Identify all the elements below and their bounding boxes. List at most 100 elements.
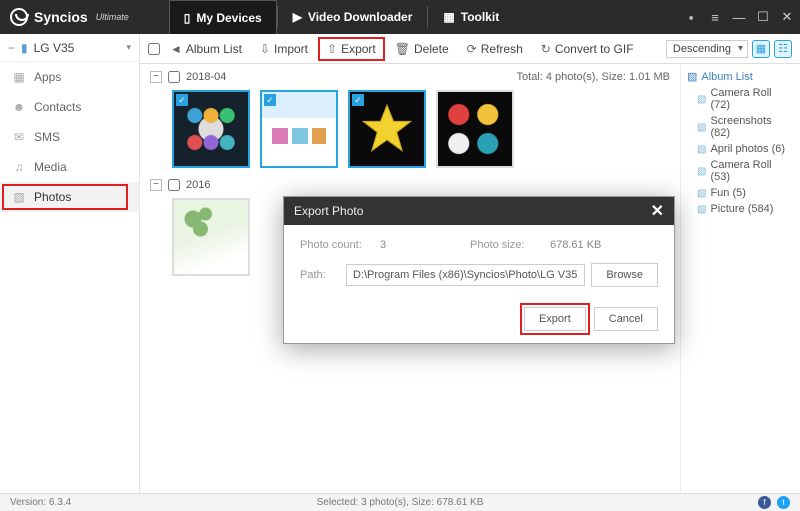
picture-icon: ▧ bbox=[697, 166, 706, 177]
path-input[interactable] bbox=[346, 264, 585, 286]
picture-icon: ▧ bbox=[697, 144, 706, 155]
export-button[interactable]: ⇧ Export bbox=[318, 37, 385, 61]
sidebar: − ▮ LG V35 ▾ ▦ Apps ☻ Contacts ✉ SMS ♫ M… bbox=[0, 34, 140, 493]
twitter-icon[interactable]: t bbox=[777, 496, 790, 509]
notification-icon[interactable]: ▪ bbox=[684, 10, 698, 25]
sort-dropdown[interactable]: Descending bbox=[666, 40, 748, 58]
convert-icon: ↻ bbox=[541, 42, 551, 56]
group-checkbox[interactable] bbox=[168, 179, 180, 191]
syncios-logo-icon bbox=[10, 8, 28, 26]
close-icon[interactable]: ✕ bbox=[651, 201, 664, 221]
import-button[interactable]: ⇩ Import bbox=[252, 38, 316, 60]
album-item[interactable]: ▧April photos (6) bbox=[687, 141, 794, 157]
album-item[interactable]: ▧ Picture (584) bbox=[687, 201, 794, 217]
check-icon: ✓ bbox=[264, 94, 276, 106]
tab-label: Toolkit bbox=[461, 10, 499, 24]
album-item[interactable]: ▧ Camera Roll (53) bbox=[687, 157, 794, 185]
close-button[interactable]: ✕ bbox=[780, 9, 794, 25]
convert-gif-button[interactable]: ↻ Convert to GIF bbox=[533, 38, 642, 60]
picture-icon: ▧ bbox=[687, 70, 697, 83]
tab-label: Video Downloader bbox=[308, 10, 412, 24]
delete-button[interactable]: 🗑 Delete bbox=[387, 38, 457, 60]
dialog-title: Export Photo bbox=[294, 204, 363, 218]
device-selector[interactable]: − ▮ LG V35 ▾ bbox=[0, 34, 139, 62]
photo-thumbnail[interactable] bbox=[436, 90, 514, 168]
sidebar-item-label: Contacts bbox=[34, 100, 81, 114]
version-text: Version: 6.3.4 bbox=[10, 497, 71, 508]
cancel-button[interactable]: Cancel bbox=[594, 307, 658, 331]
app-name: Syncios bbox=[34, 9, 88, 25]
sidebar-item-photos[interactable]: ▧ Photos bbox=[0, 182, 139, 212]
tab-video-downloader[interactable]: ▶ Video Downloader bbox=[278, 0, 428, 34]
sort-value: Descending bbox=[673, 43, 731, 55]
toolbar: ◄ Album List ⇩ Import ⇧ Export 🗑 Delete … bbox=[140, 34, 800, 64]
count-value: 3 bbox=[380, 239, 470, 251]
view-grid-button[interactable]: ▦ bbox=[752, 40, 770, 58]
select-all-checkbox[interactable] bbox=[148, 43, 160, 55]
status-bar: Version: 6.3.4 Selected: 3 photo(s), Siz… bbox=[0, 493, 800, 511]
sidebar-item-media[interactable]: ♫ Media bbox=[0, 152, 139, 182]
dialog-titlebar[interactable]: Export Photo ✕ bbox=[284, 197, 674, 225]
grid-icon: ▦ bbox=[443, 10, 454, 24]
album-list-button[interactable]: ◄ Album List bbox=[162, 38, 250, 60]
album-panel: ▧ Album List ▧Camera Roll (72) ▧ Screensh… bbox=[680, 64, 800, 493]
group-header[interactable]: − 2016 bbox=[150, 176, 670, 194]
phone-icon: ▮ bbox=[21, 41, 28, 55]
group-header[interactable]: − 2018-04 Total: 4 photo(s), Size: 1.01 … bbox=[150, 68, 670, 86]
collapse-icon[interactable]: − bbox=[150, 71, 162, 83]
sidebar-item-sms[interactable]: ✉ SMS bbox=[0, 122, 139, 152]
photo-thumbnail[interactable]: ✓ bbox=[172, 90, 250, 168]
toolbar-label: Convert to GIF bbox=[555, 42, 634, 56]
view-calendar-button[interactable]: ☷ bbox=[774, 40, 792, 58]
toolbar-label: Delete bbox=[414, 42, 449, 56]
export-icon: ⇧ bbox=[327, 42, 337, 56]
group-name: 2016 bbox=[186, 179, 210, 191]
check-icon: ✓ bbox=[176, 94, 188, 106]
album-label: Fun (5) bbox=[710, 187, 745, 199]
minimize-button[interactable]: — bbox=[732, 10, 746, 25]
toolbar-label: Album List bbox=[186, 42, 242, 56]
album-item[interactable]: ▧ Screenshots (82) bbox=[687, 113, 794, 141]
menu-icon[interactable]: ≡ bbox=[708, 10, 722, 25]
browse-button[interactable]: Browse bbox=[591, 263, 658, 287]
facebook-icon[interactable]: f bbox=[758, 496, 771, 509]
photos-icon: ▧ bbox=[12, 190, 26, 204]
picture-icon: ▧ bbox=[697, 204, 706, 215]
collapse-icon[interactable]: − bbox=[150, 179, 162, 191]
apps-icon: ▦ bbox=[12, 70, 26, 84]
album-label: Picture (584) bbox=[710, 203, 773, 215]
sidebar-item-label: Apps bbox=[34, 70, 61, 84]
trash-icon: 🗑 bbox=[395, 42, 410, 56]
photo-thumbnail[interactable]: ✓ bbox=[260, 90, 338, 168]
minus-icon: − bbox=[8, 41, 15, 55]
maximize-button[interactable]: ☐ bbox=[756, 9, 770, 25]
selection-text: Selected: 3 photo(s), Size: 678.61 KB bbox=[317, 497, 484, 508]
tab-my-devices[interactable]: ▯ My Devices bbox=[169, 0, 277, 34]
refresh-button[interactable]: ⟳ Refresh bbox=[459, 38, 531, 60]
app-logo: Syncios Ultimate bbox=[10, 8, 129, 26]
phone-icon: ▯ bbox=[184, 11, 191, 25]
picture-icon: ▧ bbox=[697, 94, 706, 105]
device-name: LG V35 bbox=[34, 41, 75, 55]
size-value: 678.61 KB bbox=[550, 239, 601, 251]
toolbar-label: Import bbox=[274, 42, 308, 56]
sidebar-item-contacts[interactable]: ☻ Contacts bbox=[0, 92, 139, 122]
album-header-label: Album List bbox=[701, 71, 752, 83]
photo-thumbnail[interactable] bbox=[172, 198, 250, 276]
media-icon: ♫ bbox=[12, 160, 26, 174]
album-label: Screenshots (82) bbox=[710, 115, 794, 139]
group-info: Total: 4 photo(s), Size: 1.01 MB bbox=[517, 71, 670, 83]
sidebar-item-apps[interactable]: ▦ Apps bbox=[0, 62, 139, 92]
import-icon: ⇩ bbox=[260, 42, 270, 56]
path-label: Path: bbox=[300, 269, 340, 281]
export-confirm-button[interactable]: Export bbox=[524, 307, 586, 331]
album-item[interactable]: ▧Camera Roll (72) bbox=[687, 85, 794, 113]
tab-toolkit[interactable]: ▦ Toolkit bbox=[428, 0, 514, 34]
star-icon bbox=[360, 102, 414, 156]
album-label: Camera Roll (53) bbox=[710, 159, 794, 183]
album-item[interactable]: ▧ Fun (5) bbox=[687, 185, 794, 201]
group-checkbox[interactable] bbox=[168, 71, 180, 83]
picture-icon: ▧ bbox=[697, 188, 706, 199]
picture-icon: ▧ bbox=[697, 122, 706, 133]
photo-thumbnail[interactable]: ✓ bbox=[348, 90, 426, 168]
